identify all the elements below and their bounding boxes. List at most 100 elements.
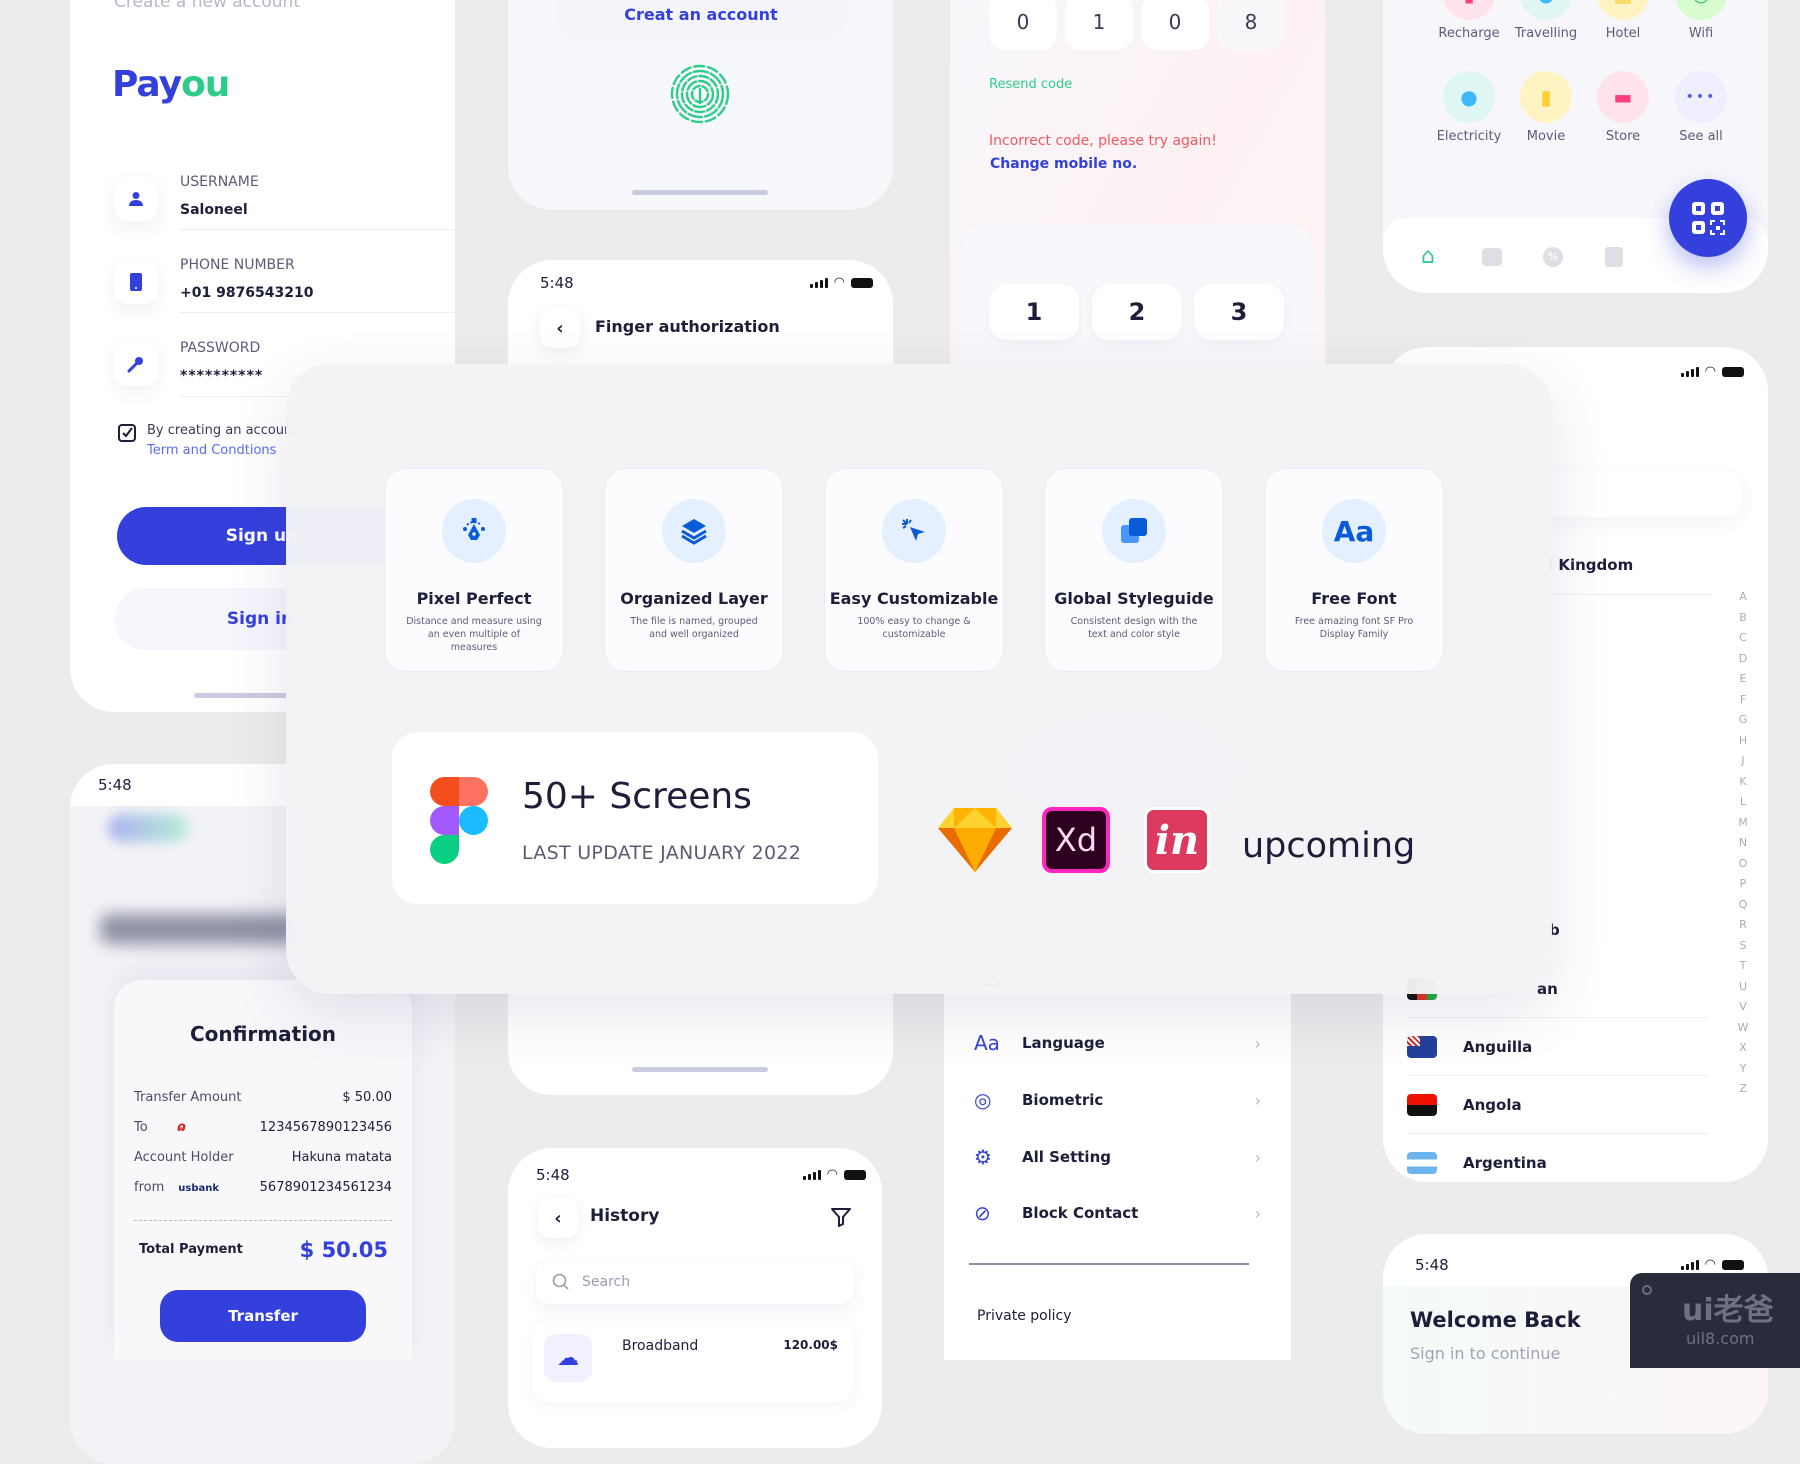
- status-time: 5:48: [98, 776, 132, 794]
- alphabet-letter[interactable]: A: [1736, 587, 1750, 608]
- row-from: from usbank 5678901234561234: [134, 1180, 392, 1195]
- service-recharge[interactable]: ▮ Recharge: [1430, 0, 1508, 41]
- home-indicator: [632, 1067, 768, 1072]
- nav-wallet-icon[interactable]: [1482, 248, 1502, 266]
- keypad-key[interactable]: 1: [989, 284, 1079, 340]
- alphabet-letter[interactable]: Q: [1736, 895, 1750, 916]
- settings-item-all-setting[interactable]: ⚙ All Setting ›: [974, 1142, 1261, 1172]
- alphabet-letter[interactable]: H: [1736, 731, 1750, 752]
- alphabet-letter[interactable]: W: [1736, 1018, 1750, 1039]
- username-field[interactable]: Saloneel: [180, 202, 248, 218]
- alphabet-letter[interactable]: B: [1736, 608, 1750, 629]
- login-screen: Creat an account: [508, 0, 893, 210]
- row-account-holder: Account Holder Hakuna matata: [134, 1150, 392, 1165]
- keypad-key[interactable]: 3: [1194, 284, 1284, 340]
- alphabet-letter[interactable]: V: [1736, 997, 1750, 1018]
- nav-home-icon[interactable]: ⌂: [1421, 246, 1443, 268]
- otp-digit[interactable]: 0: [989, 0, 1057, 50]
- alphabet-letter[interactable]: S: [1736, 936, 1750, 957]
- alphabet-index[interactable]: ABCDEFGHJKLMNOPQRSTUVWXYZ: [1736, 587, 1750, 1100]
- password-label: PASSWORD: [180, 340, 261, 356]
- alphabet-letter[interactable]: N: [1736, 833, 1750, 854]
- nav-calendar-icon[interactable]: [1605, 247, 1623, 267]
- logo-ou: ou: [181, 64, 230, 105]
- settings-item-biometric[interactable]: ◎ Biometric ›: [974, 1085, 1261, 1115]
- country-row-argentina[interactable]: Argentina: [1407, 1134, 1708, 1182]
- service-store[interactable]: ▬ Store: [1584, 71, 1662, 144]
- pen-tool-icon: [442, 499, 506, 563]
- alphabet-letter[interactable]: O: [1736, 854, 1750, 875]
- qr-scan-button[interactable]: [1669, 179, 1747, 257]
- country-row-angola[interactable]: Angola: [1407, 1076, 1708, 1134]
- service-hotel[interactable]: ▦ Hotel: [1584, 0, 1662, 41]
- search-input[interactable]: Search: [536, 1260, 854, 1304]
- otp-digit[interactable]: 1: [1065, 0, 1133, 50]
- alphabet-letter[interactable]: G: [1736, 710, 1750, 731]
- feature-pixel-perfect: Pixel Perfect Distance and measure using…: [384, 468, 564, 672]
- search-icon: [552, 1273, 569, 1290]
- settings-item-language[interactable]: Aa Language ›: [974, 1028, 1261, 1058]
- fingerprint-icon[interactable]: [668, 62, 732, 130]
- alphabet-letter[interactable]: T: [1736, 956, 1750, 977]
- block-icon: ⊘: [974, 1201, 991, 1225]
- service-see-all[interactable]: ••• See all: [1662, 71, 1740, 144]
- alphabet-letter[interactable]: Y: [1736, 1059, 1750, 1080]
- resend-code-link[interactable]: Resend code: [989, 77, 1072, 92]
- watermark-url: uil8.com: [1686, 1329, 1755, 1348]
- battery-icon: [844, 1169, 866, 1180]
- bank-to-logo-icon: ɷ: [177, 1120, 187, 1135]
- terms-link[interactable]: Term and Condtions: [147, 443, 276, 458]
- alphabet-letter[interactable]: K: [1736, 772, 1750, 793]
- welcome-title: Welcome Back: [1410, 1308, 1581, 1332]
- alphabet-letter[interactable]: E: [1736, 669, 1750, 690]
- font-icon: Aa: [1322, 499, 1386, 563]
- movie-icon: ▮: [1520, 71, 1572, 123]
- nav-discount-icon[interactable]: %: [1543, 247, 1563, 267]
- alphabet-letter[interactable]: M: [1736, 813, 1750, 834]
- qr-code-icon: [1692, 202, 1725, 235]
- font-icon: Aa: [974, 1031, 1000, 1055]
- back-button[interactable]: ‹: [538, 1198, 578, 1238]
- phone-field[interactable]: +01 9876543210: [180, 285, 314, 301]
- alphabet-letter[interactable]: U: [1736, 977, 1750, 998]
- history-item[interactable]: ☁ Broadband 120.00$: [532, 1322, 854, 1402]
- settings-item-block-contact[interactable]: ⊘ Block Contact ›: [974, 1198, 1261, 1228]
- otp-digit[interactable]: 0: [1141, 0, 1209, 50]
- wifi-icon: ◠: [1704, 364, 1716, 379]
- selected-country[interactable]: l Kingdom: [1548, 556, 1633, 574]
- figma-logo-icon: [430, 777, 488, 864]
- service-electricity[interactable]: ● Electricity: [1430, 71, 1508, 144]
- change-mobile-link[interactable]: Change mobile no.: [990, 156, 1137, 172]
- filter-icon[interactable]: [830, 1206, 852, 1232]
- alphabet-letter[interactable]: D: [1736, 649, 1750, 670]
- styleguide-icon: [1102, 499, 1166, 563]
- alphabet-letter[interactable]: L: [1736, 792, 1750, 813]
- item-name: Broadband: [622, 1338, 699, 1354]
- back-button[interactable]: ‹: [540, 308, 580, 348]
- alphabet-letter[interactable]: R: [1736, 915, 1750, 936]
- service-travelling[interactable]: ◒ Travelling: [1507, 0, 1585, 41]
- service-wifi[interactable]: ◔ Wifi: [1662, 0, 1740, 41]
- total-payment-label: Total Payment: [139, 1242, 243, 1257]
- alphabet-letter[interactable]: Z: [1736, 1079, 1750, 1100]
- more-icon: •••: [1675, 71, 1727, 123]
- fingerprint-icon: ◎: [974, 1088, 992, 1112]
- service-movie[interactable]: ▮ Movie: [1507, 71, 1585, 144]
- terms-checkbox[interactable]: [118, 424, 136, 442]
- create-account-button[interactable]: Creat an account: [554, 0, 848, 42]
- country-row-anguilla[interactable]: Anguilla: [1407, 1018, 1708, 1076]
- terms-text: By creating an account: [147, 423, 298, 438]
- keypad-key[interactable]: 2: [1092, 284, 1182, 340]
- status-icons: ◠: [1680, 1258, 1744, 1271]
- alphabet-letter[interactable]: P: [1736, 874, 1750, 895]
- private-policy-link[interactable]: Private policy: [977, 1308, 1071, 1324]
- alphabet-letter[interactable]: F: [1736, 690, 1750, 711]
- alphabet-letter[interactable]: J: [1736, 751, 1750, 772]
- otp-digit[interactable]: 8: [1217, 0, 1285, 50]
- alphabet-letter[interactable]: C: [1736, 628, 1750, 649]
- alphabet-letter[interactable]: X: [1736, 1038, 1750, 1059]
- feature-organized-layer: Organized Layer The file is named, group…: [604, 468, 784, 672]
- flag-icon: [1407, 1035, 1437, 1058]
- transfer-button[interactable]: Transfer: [160, 1290, 366, 1342]
- password-field[interactable]: **********: [180, 368, 263, 384]
